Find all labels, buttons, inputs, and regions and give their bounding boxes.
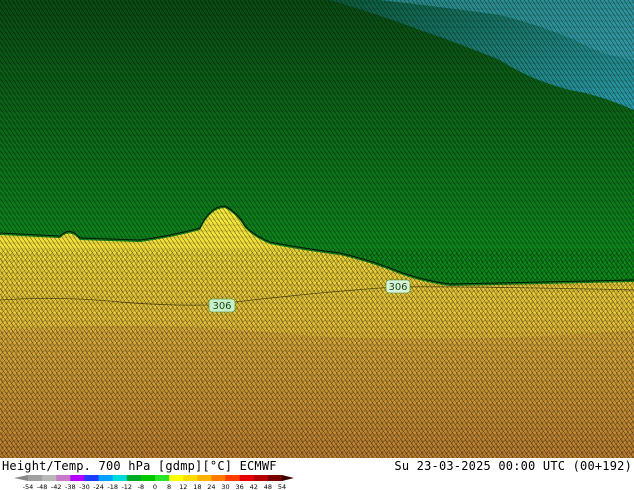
colorbar-swatch	[197, 475, 212, 481]
colorbar-swatch	[267, 475, 283, 481]
colorbar-tick-label: -38	[65, 483, 76, 490]
colorbar-tick-label: 48	[264, 483, 272, 490]
colorbar-tick-label: 24	[207, 483, 215, 490]
temperature-map: 306 306	[0, 0, 634, 458]
colorbar-swatch	[169, 475, 184, 481]
colorbar-tick-label: 36	[236, 483, 244, 490]
colorbar-swatch	[112, 475, 128, 481]
colorbar-tick-label: 0	[153, 483, 157, 490]
colorbar-tick-label: 54	[278, 483, 286, 490]
colorbar-tick-label: -54	[23, 483, 34, 490]
colorbar-swatch	[126, 475, 142, 481]
colorbar-tick-label: 12	[179, 483, 187, 490]
colorbar-swatch	[70, 475, 85, 481]
colorbar-swatch	[84, 475, 100, 481]
colorbar-tick-label: -18	[107, 483, 118, 490]
colorbar-tick-label: 42	[250, 483, 258, 490]
colorbar-tick-label: -42	[51, 483, 62, 490]
colorbar-swatch	[56, 475, 71, 481]
colorbar-tick-label: 30	[221, 483, 229, 490]
colorbar-swatch	[140, 475, 156, 481]
colorbar-tick-label: -24	[93, 483, 104, 490]
colorbar-swatch	[239, 475, 255, 481]
colorbar-tick-label: -48	[37, 483, 48, 490]
contour-label-west: 306	[208, 298, 236, 313]
colorbar-tick-label: -8	[138, 483, 144, 490]
colorbar-swatch	[211, 475, 227, 481]
colorbar-tick-label: -30	[79, 483, 90, 490]
contour-label-east: 306	[385, 279, 411, 294]
colorbar-tick-label: 8	[167, 483, 171, 490]
product-title: Height/Temp. 700 hPa [gdmp][°C] ECMWF	[2, 459, 277, 473]
colorbar-arrow-high	[282, 475, 294, 481]
colorbar-arrow-low	[14, 475, 28, 481]
colorbar-swatch	[42, 475, 57, 481]
wind-barbs-overlay-south	[0, 250, 634, 458]
colorbar-tick-label: -12	[121, 483, 132, 490]
svg-text:306: 306	[212, 301, 231, 312]
colorbar-swatch	[225, 475, 241, 481]
colorbar-tick-label: 18	[193, 483, 201, 490]
colorbar-swatch	[183, 475, 198, 481]
colorbar-swatch	[98, 475, 114, 481]
map-panel: 306 306	[0, 0, 634, 458]
svg-text:306: 306	[388, 282, 407, 293]
colorbar-swatch	[28, 475, 43, 481]
colorbar-swatch	[253, 475, 269, 481]
colorbar-swatch	[155, 475, 170, 481]
colorbar-legend: -54 -48 -42 -38 -30 -24 -18 -12 -8 0 8 12 18 24 30 36 42…	[14, 475, 294, 490]
valid-time: Su 23-03-2025 00:00 UTC (00+192)	[394, 459, 632, 473]
footer: Height/Temp. 700 hPa [gdmp][°C] ECMWF Su…	[0, 458, 634, 490]
